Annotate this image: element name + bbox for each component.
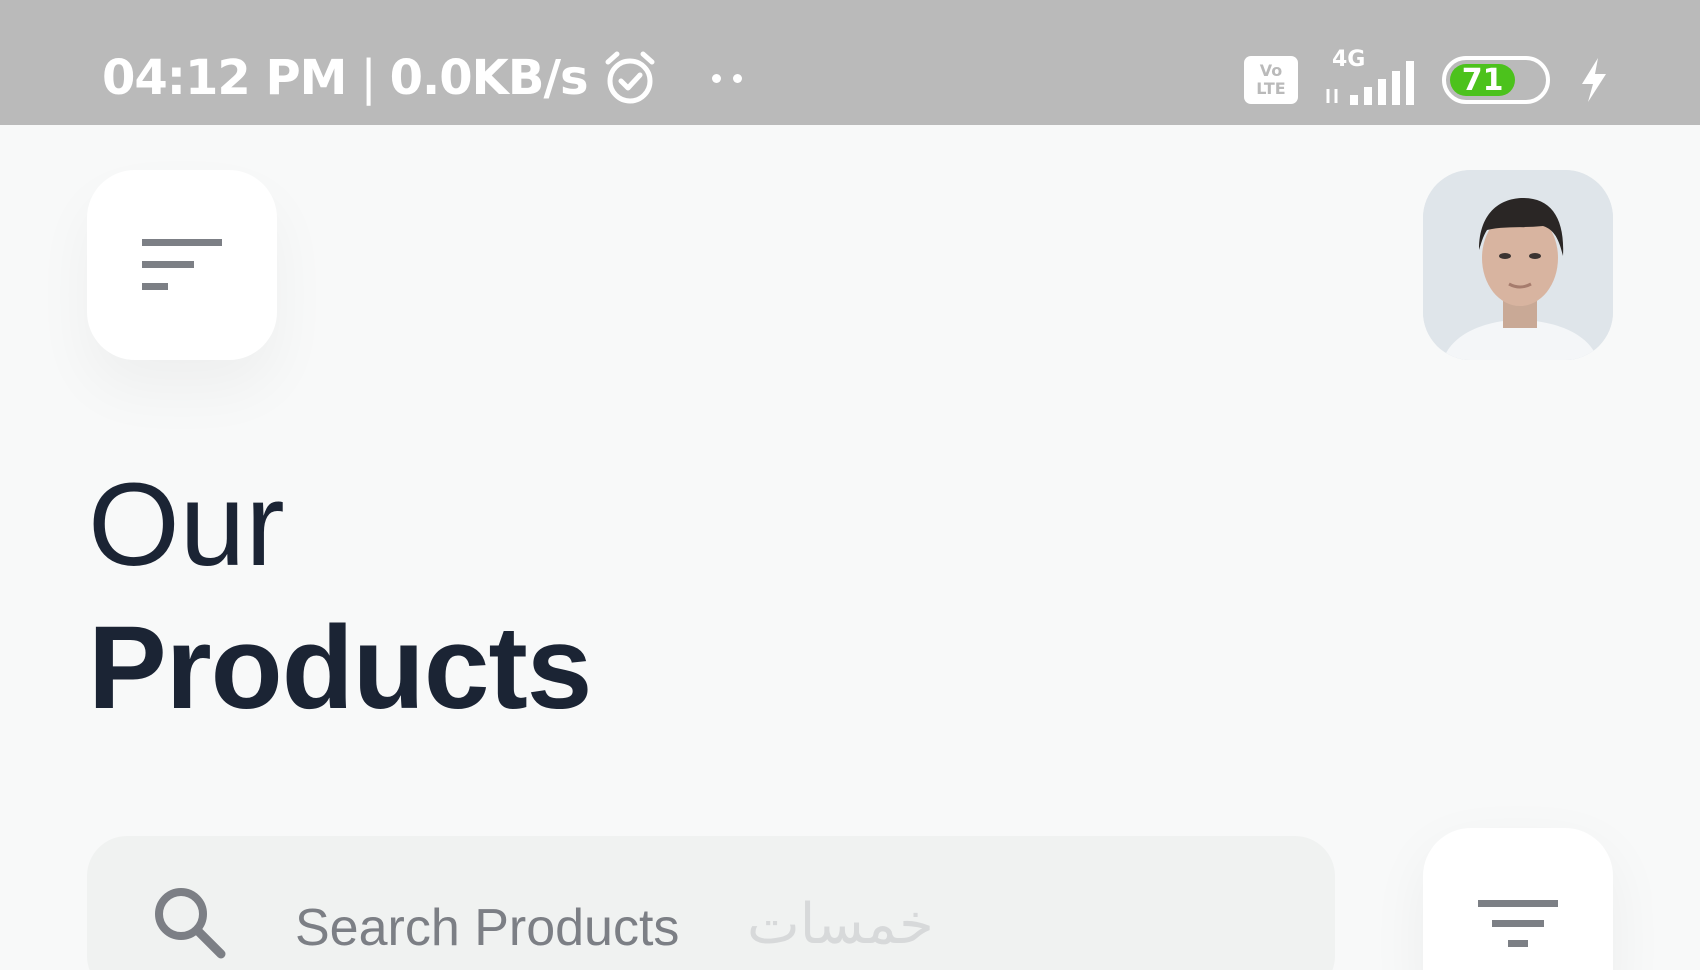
filter-icon (1478, 900, 1558, 947)
menu-button[interactable] (87, 170, 277, 360)
alarm-icon (605, 51, 655, 104)
status-separator: | (360, 50, 376, 106)
notification-dots-icon (711, 73, 742, 83)
volte-top-label: Vo (1259, 61, 1283, 80)
search-icon (155, 888, 226, 959)
sort-lines-icon (142, 239, 222, 290)
page-title-line1: Our (88, 459, 285, 591)
battery-icon: 71 (1442, 56, 1550, 104)
avatar-image (1423, 170, 1613, 360)
search-input[interactable]: Search Products خمسات (87, 836, 1335, 970)
signal-icon: 4G (1324, 47, 1416, 107)
user-avatar[interactable] (1423, 170, 1613, 360)
volte-bottom-label: LTE (1256, 79, 1286, 98)
status-net-speed: 0.0KB/s (389, 50, 589, 106)
status-bar: 04:12 PM | 0.0KB/s Vo LTE 4G 71 (0, 0, 1700, 125)
status-time: 04:12 PM (102, 50, 347, 106)
volte-icon: Vo LTE (1244, 56, 1298, 104)
watermark: خمسات (747, 892, 934, 957)
search-placeholder: Search Products (295, 899, 680, 957)
page-title-line2: Products (88, 602, 592, 734)
battery-level: 71 (1450, 63, 1516, 98)
status-right: Vo LTE 4G 71 (1244, 47, 1610, 110)
filter-button[interactable] (1423, 828, 1613, 970)
charging-bolt-icon (1582, 58, 1606, 102)
status-left: 04:12 PM | 0.0KB/s (102, 48, 742, 108)
